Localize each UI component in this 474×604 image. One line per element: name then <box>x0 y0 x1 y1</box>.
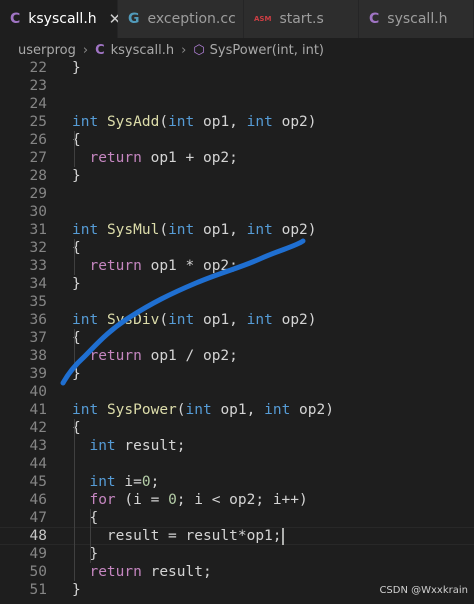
annotation-stroke <box>60 238 306 386</box>
watermark: CSDN @Wxxkrain <box>379 585 468 596</box>
